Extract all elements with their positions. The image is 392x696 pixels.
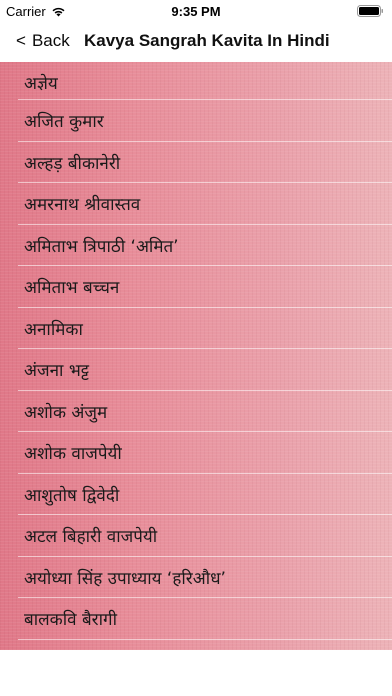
list-item-label: अशोक वाजपेयी	[24, 444, 122, 465]
list-item[interactable]: अमिताभ बच्चन	[0, 266, 392, 308]
list-item[interactable]: अमिताभ त्रिपाठी ‘अमित’	[0, 225, 392, 267]
list-item[interactable]: आशुतोष द्विवेदी	[0, 474, 392, 516]
page-title: Kavya Sangrah Kavita In Hindi	[84, 31, 330, 50]
list-item-label: बालकवि बैरागी	[24, 610, 117, 631]
list-item[interactable]: अयोध्या सिंह उपाध्याय ‘हरिऔध’	[0, 557, 392, 599]
list-item[interactable]: अशोक अंजुम	[0, 391, 392, 433]
list-item-label: अंजना भट्ट	[24, 361, 90, 382]
poet-list[interactable]: अज्ञेय अजित कुमार अल्हड़ बीकानेरी अमरनाथ…	[0, 62, 392, 650]
status-bar: Carrier 9:35 PM	[0, 0, 392, 22]
list-item[interactable]: बालकवि बैरागी	[0, 598, 392, 640]
back-button[interactable]: < Back	[16, 31, 70, 51]
status-time: 9:35 PM	[171, 4, 221, 19]
list-item-label: अयोध्या सिंह उपाध्याय ‘हरिऔध’	[24, 568, 226, 589]
list-item[interactable]: अमरनाथ श्रीवास्तव	[0, 183, 392, 225]
list-item[interactable]: अशोक वाजपेयी	[0, 432, 392, 474]
list-item-label: अज्ञेय	[24, 73, 58, 94]
list-item-label: अटल बिहारी वाजपेयी	[24, 527, 158, 548]
list-item-label: अनामिका	[24, 319, 83, 340]
list-item[interactable]: अल्हड़ बीकानेरी	[0, 142, 392, 184]
list-item[interactable]: अजित कुमार	[0, 100, 392, 142]
list-item-label: अमरनाथ श्रीवास्तव	[24, 195, 141, 216]
list-item[interactable]: अंजना भट्ट	[0, 349, 392, 391]
list-item-label: अशोक अंजुम	[24, 402, 108, 423]
battery-icon	[357, 5, 383, 17]
list-item-label: अजित कुमार	[24, 112, 104, 133]
back-chevron-icon: <	[16, 31, 26, 50]
navigation-bar: < Back Kavya Sangrah Kavita In Hindi	[0, 22, 392, 62]
list-item[interactable]: अज्ञेय	[0, 62, 392, 100]
list-item-label: आशुतोष द्विवेदी	[24, 485, 120, 506]
list-item[interactable]: अटल बिहारी वाजपेयी	[0, 515, 392, 557]
list-item[interactable]: अनामिका	[0, 308, 392, 350]
bottom-safe-area	[0, 650, 392, 696]
list-item-label: अमिताभ बच्चन	[24, 278, 120, 299]
list-item-label: अमिताभ त्रिपाठी ‘अमित’	[24, 236, 179, 257]
list-item-label: अल्हड़ बीकानेरी	[24, 153, 121, 174]
back-label: Back	[31, 31, 70, 50]
